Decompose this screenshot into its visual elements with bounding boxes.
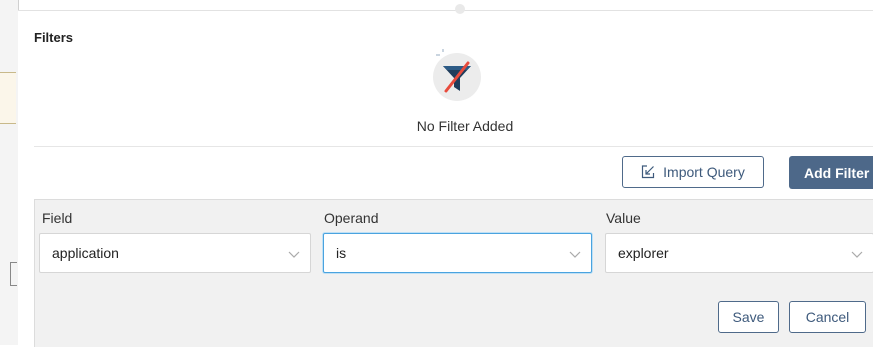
value-label: Value <box>606 210 641 226</box>
filter-editor-panel: Field Operand Value application is explo… <box>34 199 873 347</box>
chevron-down-icon <box>288 247 300 263</box>
import-query-button[interactable]: Import Query <box>622 156 764 188</box>
dialog-title: Filters <box>34 30 74 45</box>
empty-state-text: No Filter Added <box>416 118 514 134</box>
field-label: Field <box>42 210 73 226</box>
field-select[interactable]: application <box>39 233 311 273</box>
background-page-edge <box>0 0 19 345</box>
field-select-value: application <box>52 245 119 261</box>
cancel-button[interactable]: Cancel <box>789 301 866 333</box>
operand-label: Operand <box>324 210 379 226</box>
value-select-value: explorer <box>618 245 669 261</box>
background-highlight-band <box>0 72 16 124</box>
save-button[interactable]: Save <box>718 301 779 333</box>
add-filter-button[interactable]: Add Filter <box>789 156 873 189</box>
import-query-label: Import Query <box>663 164 745 180</box>
filters-dialog: Filters No Filter Added Import Query Add… <box>18 4 873 347</box>
divider <box>34 146 873 147</box>
value-select[interactable]: explorer <box>605 233 873 273</box>
operand-select-value: is <box>336 245 347 261</box>
background-bracket <box>10 262 17 286</box>
chevron-down-icon <box>851 247 863 263</box>
import-icon <box>641 165 655 179</box>
no-filter-icon <box>428 47 484 103</box>
drag-handle[interactable] <box>455 4 465 14</box>
chevron-down-icon <box>569 247 581 263</box>
operand-select[interactable]: is <box>323 233 592 273</box>
